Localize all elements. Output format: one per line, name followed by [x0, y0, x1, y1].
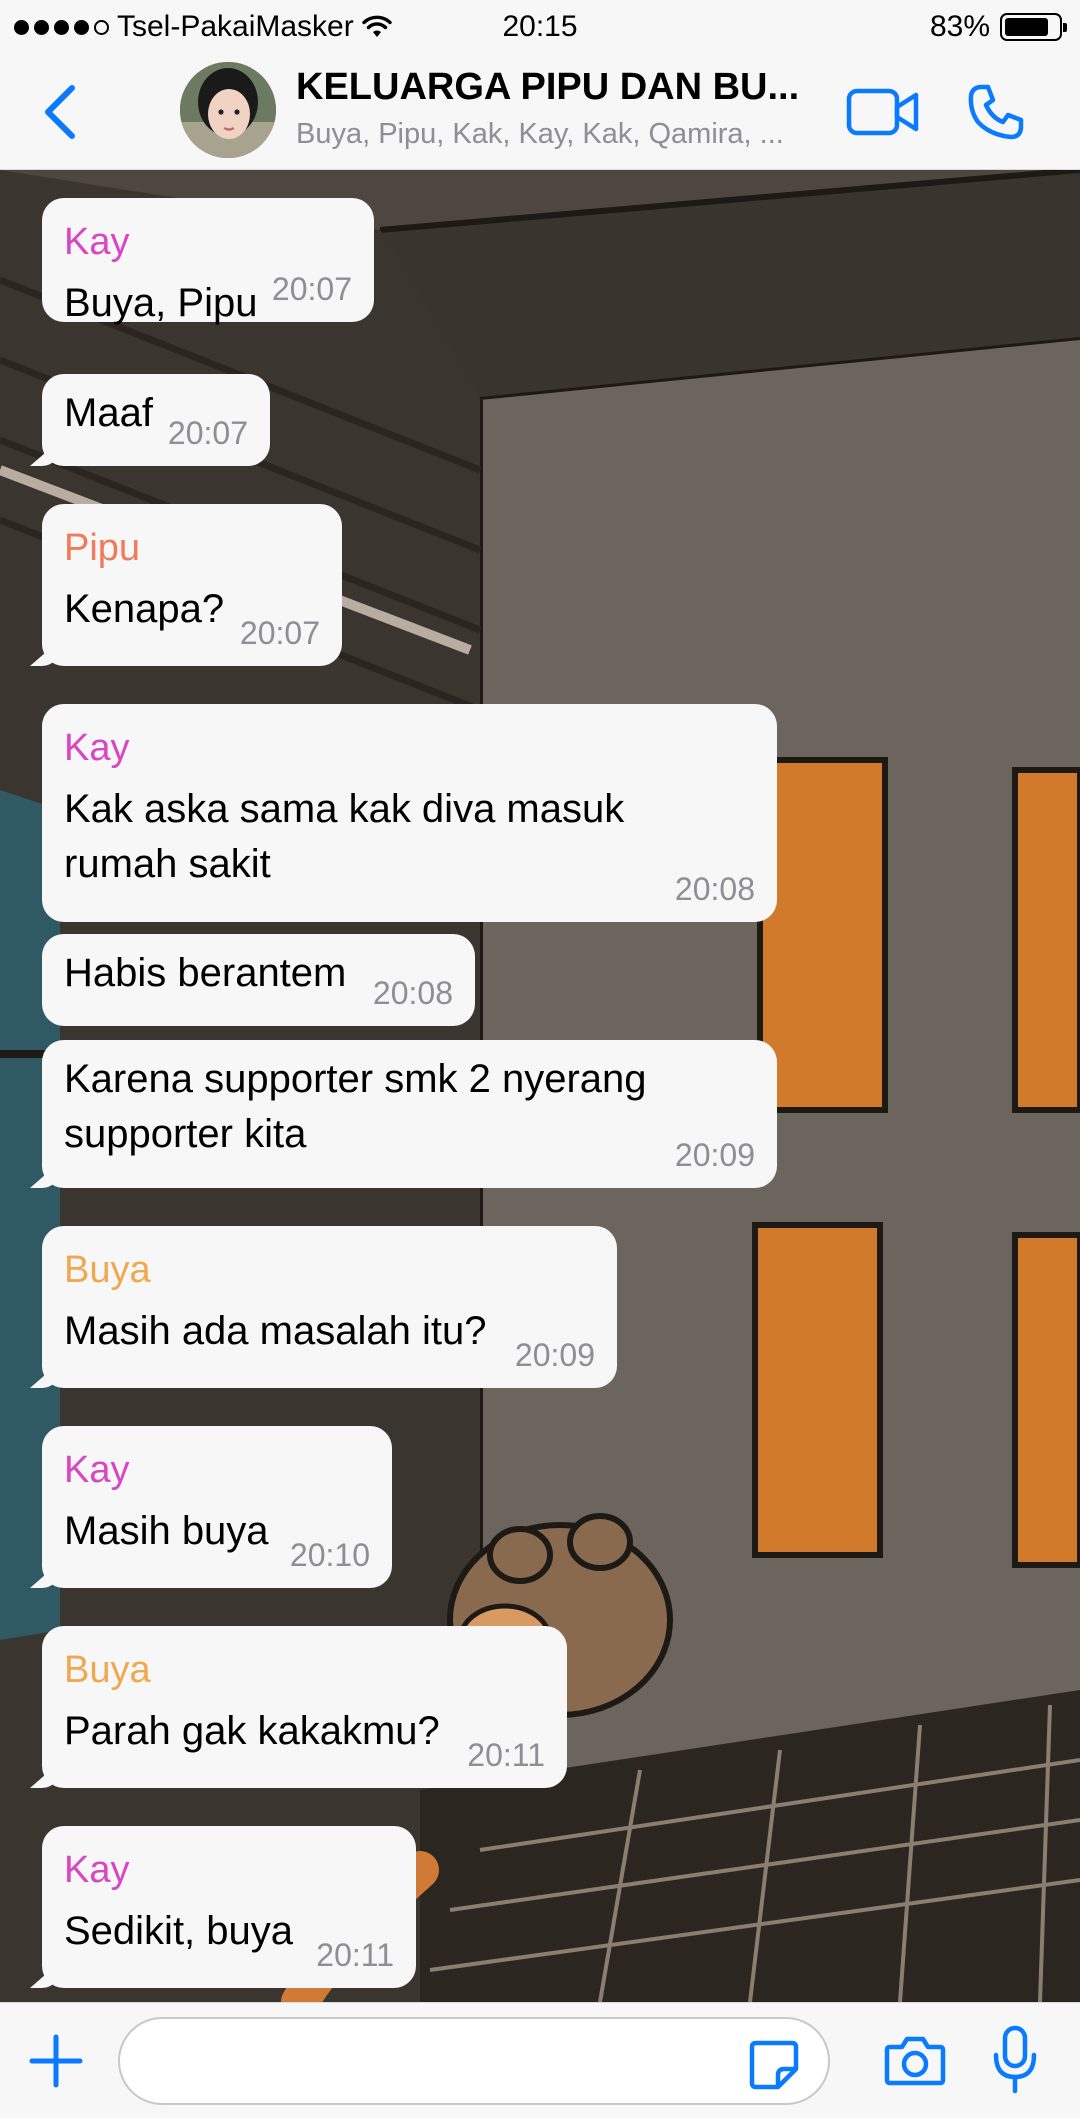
sticker-icon[interactable] [748, 2039, 800, 2091]
message-bubble[interactable]: Kay Kak aska sama kak diva masuk rumah sak… [42, 704, 777, 922]
group-members[interactable]: Buya, Pipu, Kak, Kay, Kak, Qamira, ... [296, 118, 784, 151]
message-input[interactable] [118, 2017, 830, 2105]
message-bubble[interactable]: Kay Masih buya 20:10 [42, 1426, 392, 1588]
message-bubble[interactable]: Kay Buya, Pipu 20:07 [42, 198, 374, 325]
message-bubble[interactable]: Kay Sedikit, buya 20:11 [42, 1826, 416, 1988]
message-sender: Kay [64, 221, 130, 263]
message-timestamp: 20:07 [239, 615, 320, 651]
message-sender: Buya [64, 1249, 151, 1291]
battery-area: 83% [929, 10, 1067, 44]
message-bubble[interactable]: Habis berantem 20:08 [42, 934, 475, 1026]
message-timestamp: 20:09 [514, 1337, 595, 1373]
message-timestamp: 20:11 [316, 1937, 394, 1973]
message-list: Kay Buya, Pipu 20:07 Maaf 20:07 Pipu Kenapa? 20… [0, 170, 1080, 2002]
message-text: Habis berantem [64, 951, 347, 995]
message-text: Sedikit, buya [64, 1909, 294, 1953]
message-sender: Kay [64, 1449, 130, 1491]
message-text: rumah sakit [64, 842, 271, 886]
message-bubble[interactable]: Maaf 20:07 [42, 374, 270, 466]
message-timestamp: 20:08 [372, 975, 453, 1011]
message-timestamp: 20:11 [467, 1737, 545, 1773]
message-bubble[interactable]: Pipu Kenapa? 20:07 [42, 504, 342, 666]
message-sender: Pipu [64, 527, 141, 569]
message-timestamp: 20:07 [167, 415, 248, 451]
message-timestamp: 20:09 [674, 1137, 755, 1173]
back-chevron-icon[interactable] [38, 82, 82, 142]
message-text: Karena supporter smk 2 nyerang [64, 1057, 647, 1101]
chat-area[interactable]: Kay Buya, Pipu 20:07 Maaf 20:07 Pipu Kenapa? 20… [0, 170, 1080, 2002]
status-bar: Tsel-PakaiMasker 20:15 83% [0, 0, 1080, 56]
group-avatar[interactable] [180, 62, 276, 158]
message-text: Maaf [64, 391, 153, 435]
message-text: Parah gak kakakmu? [64, 1709, 440, 1753]
message-sender: Buya [64, 1649, 151, 1691]
message-text: Masih buya [64, 1509, 269, 1553]
message-timestamp: 20:08 [674, 871, 755, 907]
battery-icon [1000, 13, 1067, 41]
message-bubble[interactable]: Buya Masih ada masalah itu? 20:09 [42, 1226, 617, 1388]
message-timestamp: 20:10 [289, 1537, 370, 1573]
battery-level-fill [1005, 18, 1049, 36]
message-text: Buya, Pipu [64, 281, 258, 325]
battery-percent: 83% [929, 10, 990, 43]
phone-call-icon[interactable] [966, 82, 1026, 142]
message-bubble[interactable]: Karena supporter smk 2 nyerang supporter … [42, 1040, 777, 1188]
message-text: Kenapa? [64, 587, 225, 631]
input-bar [0, 2002, 1080, 2118]
message-text: supporter kita [64, 1112, 307, 1156]
microphone-icon[interactable] [992, 2025, 1038, 2095]
clock: 20:15 [502, 10, 578, 43]
video-call-icon[interactable] [846, 86, 920, 138]
message-text: Masih ada masalah itu? [64, 1309, 487, 1353]
message-bubble[interactable]: Buya Parah gak kakakmu? 20:11 [42, 1626, 567, 1788]
message-sender: Kay [64, 1849, 130, 1891]
plus-icon[interactable] [28, 2033, 84, 2089]
message-text: Kak aska sama kak diva masuk [64, 787, 625, 831]
chat-header: KELUARGA PIPU DAN BU... Buya, Pipu, Kak,… [0, 56, 1080, 170]
message-sender: Kay [64, 727, 130, 769]
camera-icon[interactable] [884, 2035, 946, 2087]
group-title[interactable]: KELUARGA PIPU DAN BU... [296, 66, 799, 109]
message-timestamp: 20:07 [271, 271, 352, 307]
